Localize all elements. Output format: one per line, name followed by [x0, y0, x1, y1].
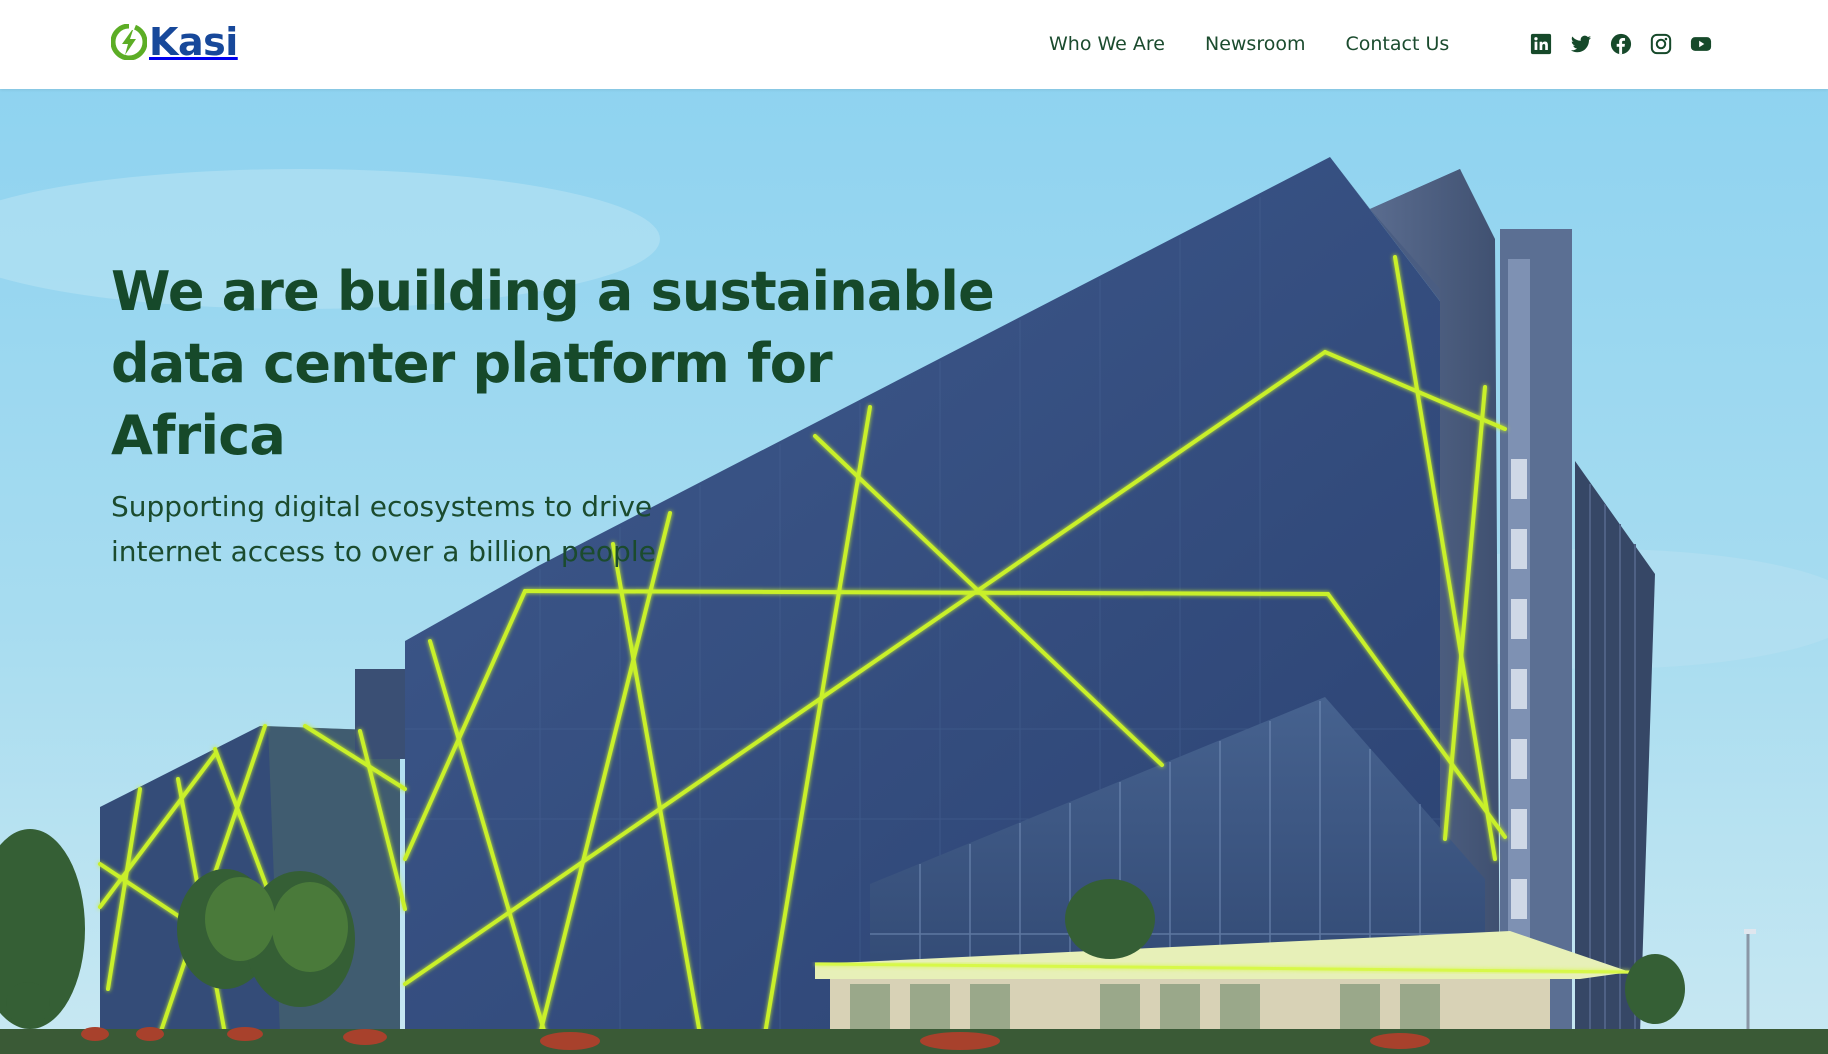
main-nav: Who We Are Newsroom Contact Us [1049, 31, 1449, 57]
bolt-logo-icon [111, 24, 147, 60]
hero-subtitle-line-1: Supporting digital ecosystems to drive [111, 490, 653, 523]
hero-title-line-1: We are building a sustainable [111, 260, 995, 323]
site-header: Kasi Who We Are Newsroom Contact Us [0, 0, 1828, 89]
hero-text-block: We are building a sustainable data cente… [111, 256, 1011, 574]
nav-contact-us[interactable]: Contact Us [1345, 31, 1449, 57]
youtube-icon[interactable] [1690, 33, 1712, 55]
twitter-icon[interactable] [1570, 33, 1592, 55]
hero-subtitle-line-2: internet access to over a billion people [111, 535, 656, 568]
hero-title-line-2: data center platform for Africa [111, 332, 833, 467]
logo-text: Kasi [149, 20, 238, 64]
nav-who-we-are[interactable]: Who We Are [1049, 31, 1165, 57]
hero-subtitle: Supporting digital ecosystems to drive i… [111, 484, 731, 574]
social-links [1530, 33, 1712, 55]
nav-newsroom[interactable]: Newsroom [1205, 31, 1306, 57]
facebook-icon[interactable] [1610, 33, 1632, 55]
instagram-icon[interactable] [1650, 33, 1672, 55]
linkedin-icon[interactable] [1530, 33, 1552, 55]
hero-title: We are building a sustainable data cente… [111, 256, 1011, 472]
kasi-logo[interactable]: Kasi [111, 22, 238, 62]
hero-section: We are building a sustainable data cente… [0, 89, 1828, 1054]
